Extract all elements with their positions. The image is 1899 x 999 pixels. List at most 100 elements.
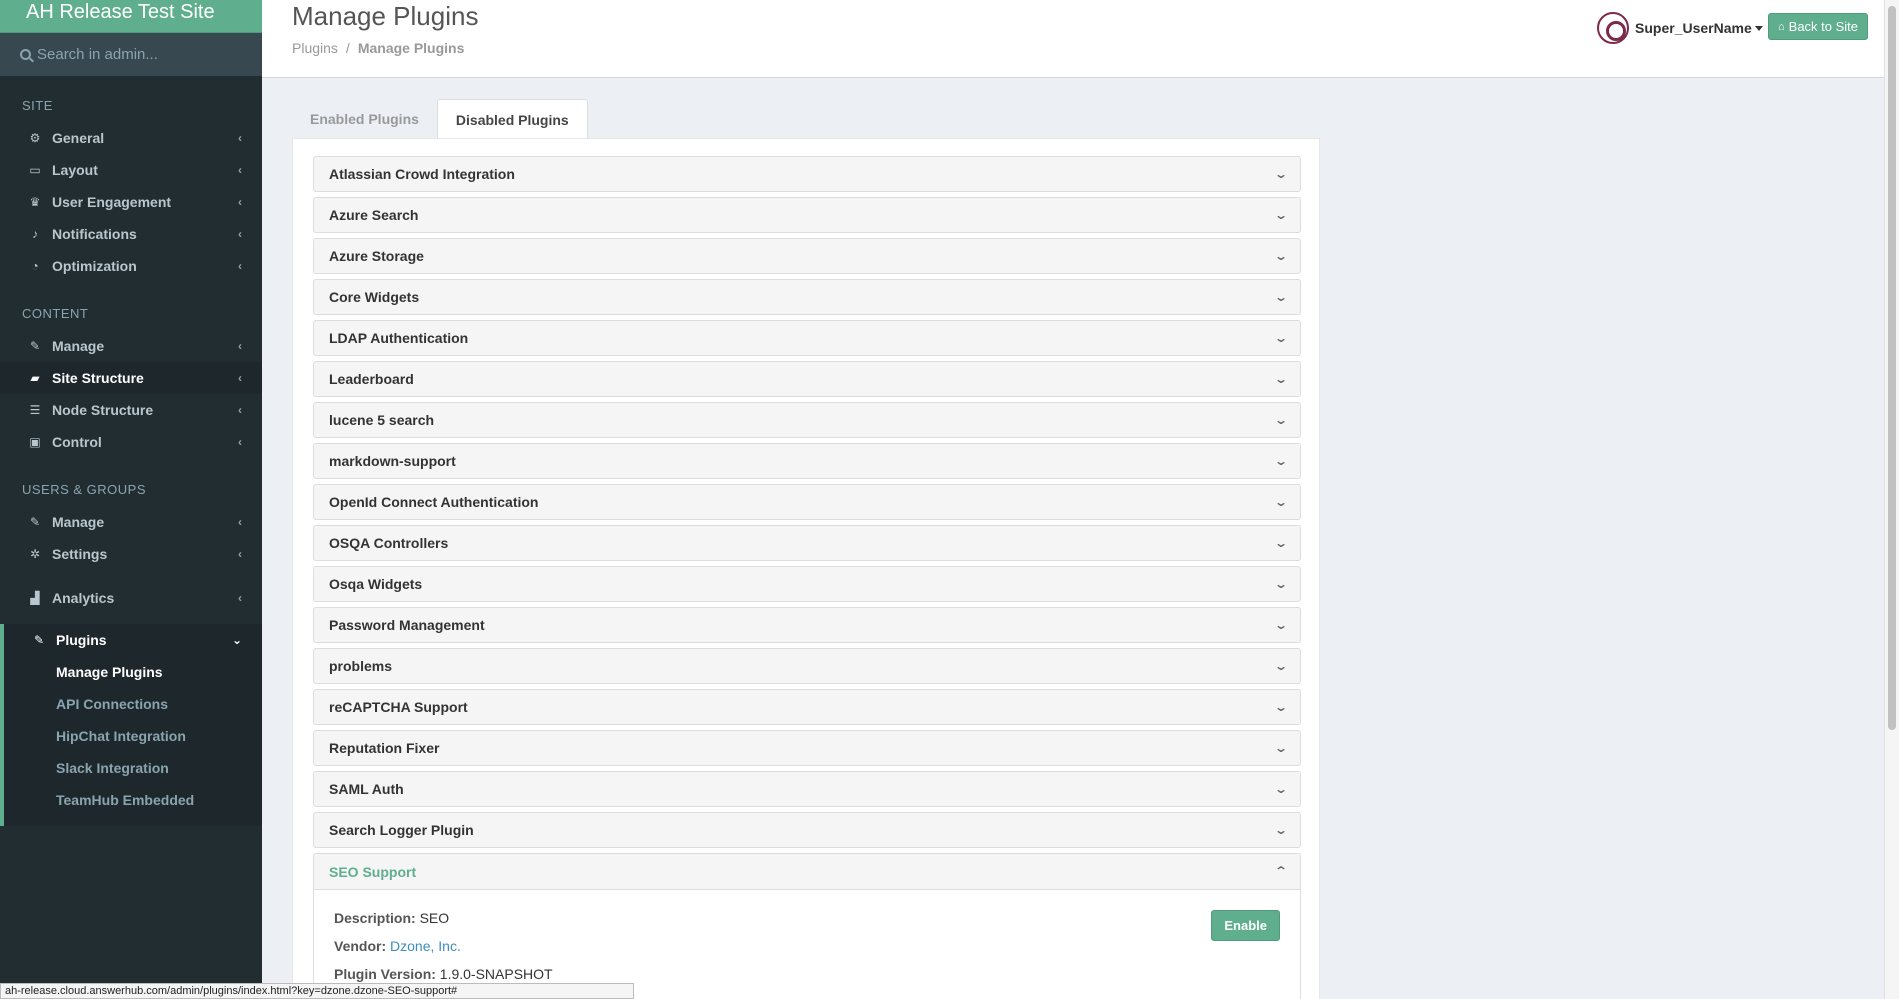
avatar	[1597, 12, 1629, 44]
sidebar-item-user-engagement[interactable]: ♛ User Engagement ‹	[0, 186, 262, 218]
tab-disabled-plugins[interactable]: Disabled Plugins	[436, 99, 588, 139]
list-icon: ☰	[29, 403, 41, 417]
back-to-site-button[interactable]: ⌂ Back to Site	[1768, 13, 1869, 40]
site-brand[interactable]: AH Release Test Site	[0, 0, 262, 33]
sidebar-item-control[interactable]: ▣ Control ‹	[0, 426, 262, 458]
chevron-down-icon: ⌄	[1273, 700, 1289, 714]
chevron-down-icon: ⌄	[1273, 782, 1289, 796]
breadcrumb-separator: /	[345, 40, 350, 56]
sidebar-item-general[interactable]: ⚙ General ‹	[0, 122, 262, 154]
sidebar-item-node-structure[interactable]: ☰ Node Structure ‹	[0, 394, 262, 426]
plugin-accordion-item[interactable]: Password Management ⌄	[313, 607, 1301, 643]
plugin-accordion-item[interactable]: problems ⌄	[313, 648, 1301, 684]
plugin-accordion-item[interactable]: Azure Search ⌄	[313, 197, 1301, 233]
chevron-down-icon: ⌄	[1273, 208, 1289, 222]
plugin-name: LDAP Authentication	[329, 330, 469, 346]
sidebar-subitem-api-connections[interactable]: API Connections	[4, 688, 262, 720]
sidebar-item-label: Manage	[52, 338, 105, 354]
chevron-down-icon: ⌄	[1273, 372, 1289, 386]
plugin-accordion-item[interactable]: Osqa Widgets ⌄	[313, 566, 1301, 602]
vendor-link[interactable]: Dzone, Inc.	[390, 938, 461, 954]
gear-icon: ✲	[29, 547, 41, 561]
page-scrollbar[interactable]	[1884, 0, 1899, 999]
bell-icon: ♪	[32, 227, 38, 241]
sidebar-item-layout[interactable]: ▭ Layout ‹	[0, 154, 262, 186]
sidebar-item-plugins[interactable]: ✎ Plugins ⌄	[4, 624, 262, 656]
chevron-down-icon: ⌄	[1273, 741, 1289, 755]
sidebar-subitem-slack-integration[interactable]: Slack Integration	[4, 752, 262, 784]
plugin-name: Atlassian Crowd Integration	[329, 166, 515, 182]
chevron-down-icon: ⌄	[1273, 249, 1289, 263]
version-label: Plugin Version:	[334, 966, 436, 982]
search-input[interactable]: Search in admin...	[37, 46, 158, 63]
plugin-accordion-item[interactable]: markdown-support ⌄	[313, 443, 1301, 479]
trophy-icon: ♛	[29, 195, 41, 209]
plugin-accordion-item[interactable]: lucene 5 search ⌄	[313, 402, 1301, 438]
sidebar-item-manage[interactable]: ✎ Manage ‹	[0, 506, 262, 538]
plugin-accordion-item[interactable]: Leaderboard ⌄	[313, 361, 1301, 397]
chevron-left-icon: ‹	[238, 163, 242, 177]
chevron-down-icon: ⌄	[1273, 495, 1289, 509]
tab-enabled-plugins[interactable]: Enabled Plugins	[292, 99, 437, 139]
plugin-accordion-item[interactable]: Search Logger Plugin ⌄	[313, 812, 1301, 848]
sidebar-item-optimization[interactable]: ◔ Optimization ‹	[0, 250, 262, 282]
search-icon	[20, 49, 31, 60]
plugin-name: OpenId Connect Authentication	[329, 494, 539, 510]
plugin-accordion-item[interactable]: Core Widgets ⌄	[313, 279, 1301, 315]
chevron-down-icon: ⌄	[1273, 577, 1289, 591]
chevron-down-icon: ⌄	[1273, 536, 1289, 550]
plugin-accordion-item-expanded[interactable]: SEO Support ⌃	[313, 853, 1301, 889]
plugin-accordion-item[interactable]: Azure Storage ⌄	[313, 238, 1301, 274]
username: Super_UserName	[1635, 20, 1752, 36]
scrollbar-thumb[interactable]	[1888, 6, 1896, 730]
plugin-name: Leaderboard	[329, 371, 414, 387]
sidebar: AH Release Test Site Search in admin... …	[0, 0, 262, 999]
sidebar-item-analytics[interactable]: ▟ Analytics ‹	[0, 582, 262, 614]
sidebar-item-label: Optimization	[52, 258, 137, 274]
plugin-name: Reputation Fixer	[329, 740, 440, 756]
plugin-accordion-item[interactable]: LDAP Authentication ⌄	[313, 320, 1301, 356]
back-to-site-label: Back to Site	[1788, 19, 1859, 34]
chevron-down-icon: ⌄	[1273, 618, 1289, 632]
plugin-name: Core Widgets	[329, 289, 420, 305]
chevron-left-icon: ‹	[238, 371, 242, 385]
sidebar-item-label: Plugins	[56, 632, 107, 648]
chevron-left-icon: ‹	[238, 403, 242, 417]
chevron-up-icon: ⌃	[1273, 864, 1289, 878]
sidebar-subitem-teamhub-embedded[interactable]: TeamHub Embedded	[4, 784, 262, 816]
sidebar-item-label: General	[52, 130, 105, 146]
plugin-accordion-item[interactable]: reCAPTCHA Support ⌄	[313, 689, 1301, 725]
chevron-left-icon: ‹	[238, 227, 242, 241]
breadcrumb-plugins[interactable]: Plugins	[292, 40, 338, 56]
sidebar-item-notifications[interactable]: ♪ Notifications ‹	[0, 218, 262, 250]
admin-search[interactable]: Search in admin...	[0, 33, 262, 76]
sidebar-item-label: User Engagement	[52, 194, 172, 210]
chevron-left-icon: ‹	[238, 339, 242, 353]
plugin-description: Description: SEO	[334, 910, 449, 926]
chevron-down-icon: ⌄	[1273, 823, 1289, 837]
description-value: SEO	[419, 910, 450, 926]
sidebar-item-settings[interactable]: ✲ Settings ‹	[0, 538, 262, 570]
sidebar-item-manage[interactable]: ✎ Manage ‹	[0, 330, 262, 362]
plugin-accordion-item[interactable]: Reputation Fixer ⌄	[313, 730, 1301, 766]
plugin-accordion-item[interactable]: OSQA Controllers ⌄	[313, 525, 1301, 561]
wrench-icon: ✎	[29, 339, 41, 353]
user-menu[interactable]: Super_UserName	[1597, 12, 1763, 44]
chevron-left-icon: ‹	[238, 515, 242, 529]
sidebar-item-label: Node Structure	[52, 402, 154, 418]
home-icon: ⌂	[1778, 20, 1785, 33]
sidebar-item-label: Control	[52, 434, 102, 450]
sidebar-subitem-manage-plugins[interactable]: Manage Plugins	[4, 656, 262, 688]
folder-open-icon: ▰	[30, 371, 40, 385]
chevron-left-icon: ‹	[238, 547, 242, 561]
wrench-icon: ✎	[29, 515, 41, 529]
sidebar-item-label: Settings	[52, 546, 108, 562]
plugin-accordion-item[interactable]: Atlassian Crowd Integration ⌄	[313, 156, 1301, 192]
plugin-accordion-item[interactable]: SAML Auth ⌄	[313, 771, 1301, 807]
sidebar-item-site-structure[interactable]: ▰ Site Structure ‹	[0, 362, 262, 394]
enable-button[interactable]: Enable	[1211, 910, 1280, 941]
sidebar-subitem-hipchat-integration[interactable]: HipChat Integration	[4, 720, 262, 752]
plugin-accordion-item[interactable]: OpenId Connect Authentication ⌄	[313, 484, 1301, 520]
chevron-down-icon: ⌄	[1273, 331, 1289, 345]
section-header-content: CONTENT	[22, 306, 89, 321]
